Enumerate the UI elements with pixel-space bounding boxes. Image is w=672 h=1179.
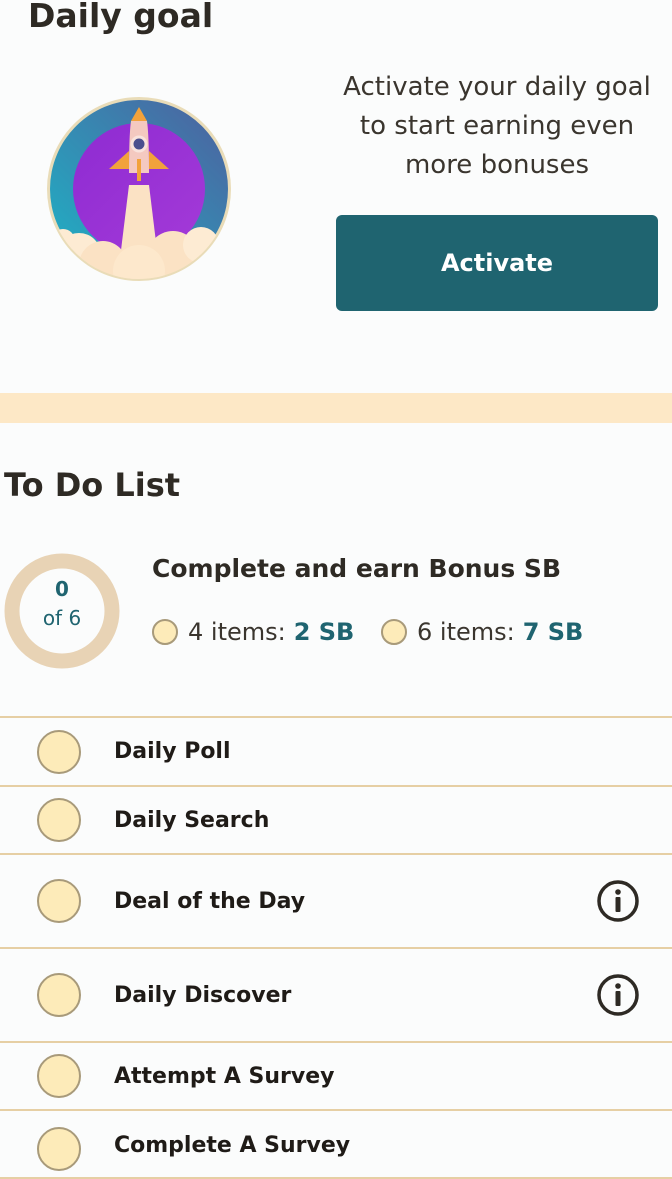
task-attempt-a-survey[interactable]: Attempt A Survey [0,1043,672,1111]
task-checkbox[interactable] [37,798,81,842]
info-icon[interactable] [596,973,640,1017]
task-label: Deal of the Day [114,888,306,914]
activate-button[interactable]: Activate [336,215,658,311]
bonus-tier-6-items: 6 items: 7 SB [381,614,583,650]
task-daily-poll[interactable]: Daily Poll [0,718,672,787]
bonus-title: Complete and earn Bonus SB [152,554,561,583]
tier-reward: 2 SB [293,618,355,646]
task-complete-a-survey[interactable]: Complete A Survey [0,1111,672,1179]
daily-goal-title: Daily goal [28,0,214,35]
tier-label: 6 items: [417,618,515,646]
task-daily-discover[interactable]: Daily Discover [0,949,672,1043]
task-list: Daily Poll Daily Search Deal of the Day … [0,716,672,1179]
tier-status-icon [381,619,407,645]
task-deal-of-the-day[interactable]: Deal of the Day [0,855,672,949]
task-checkbox[interactable] [37,879,81,923]
task-label: Daily Discover [114,982,292,1008]
task-label: Complete A Survey [114,1133,351,1158]
todo-list-title: To Do List [4,466,181,504]
task-label: Daily Poll [114,739,231,764]
progress-count: 0 [55,577,69,601]
task-checkbox[interactable] [37,1127,81,1171]
task-daily-search[interactable]: Daily Search [0,787,672,855]
tier-reward: 7 SB [522,618,584,646]
progress-counter: 0 of 6 [4,575,120,633]
daily-goal-description: Activate your daily goal to start earnin… [343,72,651,180]
task-label: Daily Search [114,807,270,833]
section-divider [0,393,672,423]
info-icon[interactable] [596,879,640,923]
tier-status-icon [152,619,178,645]
tier-label: 4 items: [188,618,286,646]
task-checkbox[interactable] [37,1054,81,1098]
task-label: Attempt A Survey [114,1063,335,1089]
rocket-launch-icon [47,97,231,281]
task-checkbox[interactable] [37,729,81,774]
progress-total: of 6 [42,606,82,630]
bonus-tier-4-items: 4 items: 2 SB [152,614,354,650]
task-checkbox[interactable] [37,973,81,1017]
